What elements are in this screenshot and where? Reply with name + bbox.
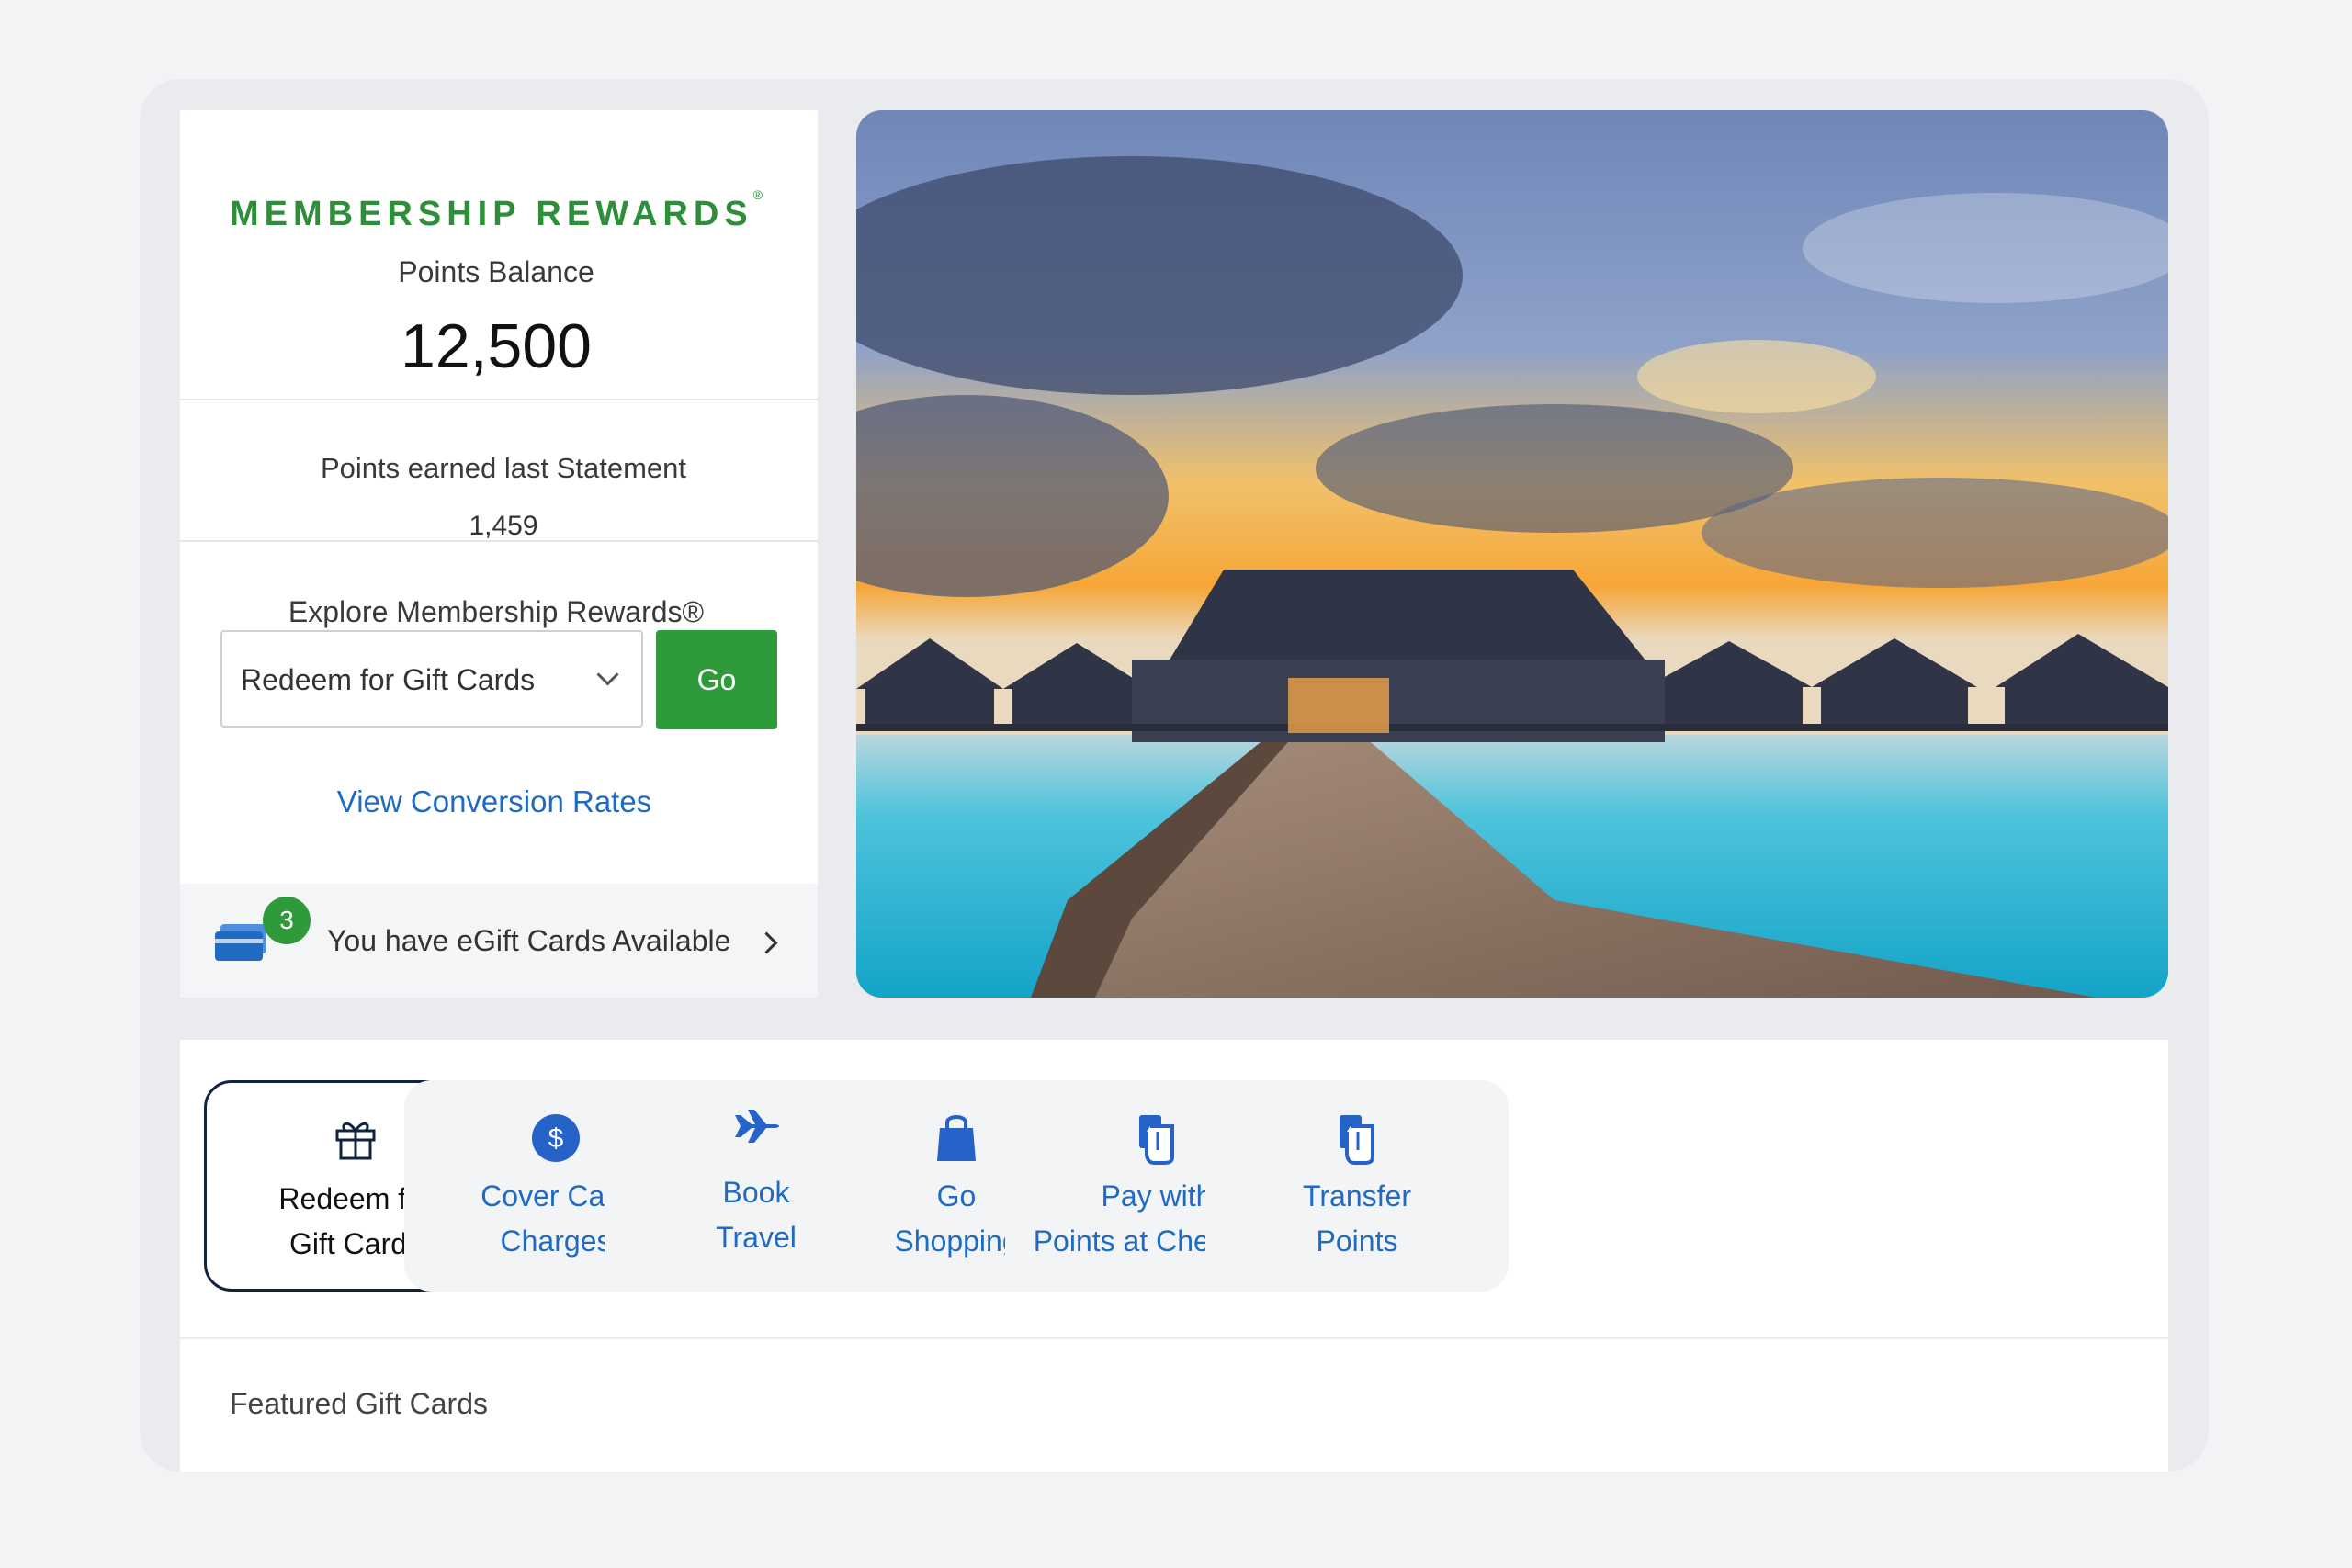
divider bbox=[180, 1337, 2168, 1339]
redeem-option-select[interactable]: Redeem for Gift Cards bbox=[220, 630, 643, 728]
rewards-summary-panel: MEMBERSHIP REWARDS® Points Balance 12,50… bbox=[180, 110, 818, 998]
points-balance-value: 12,500 bbox=[401, 311, 592, 381]
divider bbox=[180, 399, 818, 400]
membership-rewards-logo: MEMBERSHIP REWARDS® bbox=[229, 187, 763, 233]
tile-label-line2: Shopping bbox=[894, 1224, 1019, 1258]
explore-rewards-label: Explore Membership Rewards® bbox=[288, 595, 705, 628]
tile-label-line2: Points bbox=[1316, 1224, 1398, 1258]
divider bbox=[180, 540, 818, 542]
chevron-down-icon bbox=[596, 663, 619, 686]
points-earned-value: 1,459 bbox=[469, 511, 538, 541]
view-conversion-rates-link[interactable]: View Conversion Rates bbox=[180, 784, 808, 819]
transfer-card-icon bbox=[1205, 1113, 1509, 1165]
redemption-options-panel: Redeem for Gift Cards $ Cover Card Charges… bbox=[180, 1040, 2168, 1472]
featured-gift-cards-heading: Featured Gift Cards bbox=[230, 1387, 488, 1420]
tile-label-line2: Travel bbox=[716, 1221, 797, 1254]
chevron-right-icon bbox=[755, 931, 778, 954]
points-balance-label: Points Balance bbox=[398, 255, 594, 288]
redeem-option-value: Redeem for Gift Cards bbox=[241, 663, 536, 696]
hero-illustration bbox=[856, 110, 2168, 998]
tile-label-line2: Charges bbox=[500, 1224, 612, 1258]
go-button[interactable]: Go bbox=[656, 630, 777, 729]
tile-label-line1: Go bbox=[936, 1179, 977, 1213]
tile-label-line1: Book bbox=[722, 1176, 790, 1209]
overwater-bungalows-image bbox=[856, 110, 2168, 998]
points-earned-label: Points earned last Statement bbox=[320, 452, 687, 484]
tile-transfer-points[interactable]: Transfer Points bbox=[1205, 1080, 1509, 1292]
tile-label-line2: Gift Cards bbox=[288, 1227, 423, 1260]
egift-count-badge: 3 bbox=[263, 897, 311, 944]
egift-cards-available-row[interactable]: 3 You have eGift Cards Available bbox=[180, 884, 818, 998]
egift-cards-text: You have eGift Cards Available bbox=[327, 924, 731, 957]
card-stack-icon bbox=[215, 924, 266, 961]
rewards-container: MEMBERSHIP REWARDS® Points Balance 12,50… bbox=[140, 79, 2209, 1472]
svg-text:$: $ bbox=[548, 1123, 564, 1154]
tile-label-line1: Transfer bbox=[1303, 1179, 1411, 1213]
tile-label-line1: Pay with bbox=[1101, 1179, 1213, 1213]
